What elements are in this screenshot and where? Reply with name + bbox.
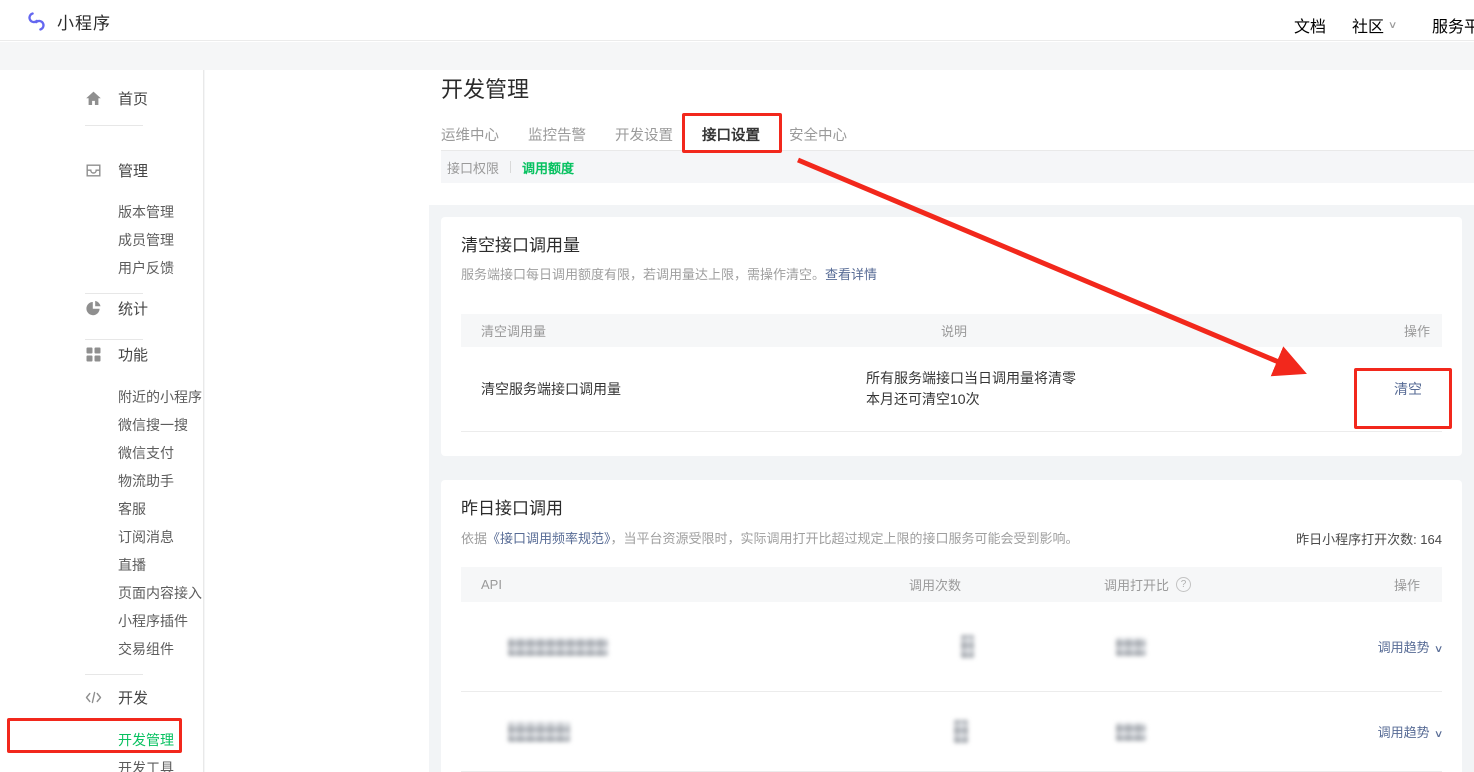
sidebar-item-logistics[interactable]: 物流助手 bbox=[0, 467, 203, 495]
sidebar-item-dev-management[interactable]: 开发管理 bbox=[0, 726, 203, 754]
column-header: API bbox=[461, 577, 881, 592]
chevron-down-icon: ∨ bbox=[1434, 644, 1444, 655]
clear-button[interactable]: 清空 bbox=[1394, 381, 1422, 397]
sidebar-item-label: 管理 bbox=[118, 160, 148, 181]
clear-quota-row-name: 清空服务端接口调用量 bbox=[461, 379, 841, 399]
sidebar-item-statistics[interactable]: 统计 bbox=[0, 294, 203, 322]
redacted-call-count bbox=[954, 720, 968, 743]
redacted-call-ratio bbox=[1116, 638, 1146, 656]
column-header: 清空调用量 bbox=[461, 321, 841, 340]
question-mark-icon[interactable]: ? bbox=[1176, 577, 1191, 592]
yesterday-calls-table: API 调用次数 调用打开比 ? 操作 调用趋势∨ 调用趋势∨ bbox=[461, 567, 1442, 772]
column-header: 说明 bbox=[841, 321, 1292, 340]
sidebar-item-management[interactable]: 管理 bbox=[0, 156, 203, 184]
sidebar-divider bbox=[85, 674, 143, 675]
subtab-call-quota[interactable]: 调用额度 bbox=[522, 158, 574, 177]
redacted-api-name bbox=[508, 638, 608, 656]
sidebar-item-features[interactable]: 功能 bbox=[0, 340, 203, 368]
redacted-call-count bbox=[961, 635, 974, 658]
column-header: 操作 bbox=[1292, 321, 1442, 340]
sidebar: 首页 管理 版本管理 成员管理 用户反馈 统计 功能 附近的小程序 微信搜一搜 … bbox=[0, 70, 204, 772]
sidebar-item-nearby-miniprogram[interactable]: 附近的小程序 bbox=[0, 383, 203, 411]
open-count-value: 164 bbox=[1420, 532, 1442, 547]
clear-quota-row-note: 所有服务端接口当日调用量将清零 本月还可清空10次 bbox=[841, 368, 1292, 410]
sidebar-item-label: 功能 bbox=[118, 344, 148, 365]
sidebar-item-miniprogram-plugin[interactable]: 小程序插件 bbox=[0, 607, 203, 635]
sidebar-item-member-mgmt[interactable]: 成员管理 bbox=[0, 226, 203, 254]
sidebar-item-live[interactable]: 直播 bbox=[0, 551, 203, 579]
yesterday-calls-title: 昨日接口调用 bbox=[461, 498, 1442, 520]
redacted-api-name bbox=[508, 722, 570, 742]
column-header: 调用打开比 ? bbox=[1061, 575, 1321, 594]
chevron-down-icon: ∨ bbox=[1434, 729, 1444, 740]
topnav-docs[interactable]: 文档 bbox=[1294, 13, 1326, 37]
clear-quota-table: 清空调用量 说明 操作 清空服务端接口调用量 所有服务端接口当日调用量将清零 本… bbox=[461, 314, 1442, 432]
sidebar-item-subscribe-message[interactable]: 订阅消息 bbox=[0, 523, 203, 551]
sidebar-item-user-feedback[interactable]: 用户反馈 bbox=[0, 254, 203, 282]
subtab-separator bbox=[510, 161, 511, 173]
logo[interactable]: 小程序 bbox=[25, 9, 111, 34]
develop-code-icon bbox=[85, 689, 102, 706]
rate-spec-link[interactable]: 《接口调用频率规范》 bbox=[487, 531, 611, 546]
sidebar-item-wechat-search[interactable]: 微信搜一搜 bbox=[0, 411, 203, 439]
management-icon bbox=[85, 162, 102, 179]
topbar: 小程序 文档 社区∨ 服务平台 bbox=[0, 0, 1474, 41]
page-title: 开发管理 bbox=[441, 72, 529, 104]
chevron-down-icon: ∨ bbox=[1388, 20, 1398, 31]
sidebar-item-customer-service[interactable]: 客服 bbox=[0, 495, 203, 523]
sidebar-item-trade-component[interactable]: 交易组件 bbox=[0, 635, 203, 663]
view-details-link[interactable]: 查看详情 bbox=[825, 267, 877, 282]
home-icon bbox=[85, 90, 102, 107]
sidebar-item-version-mgmt[interactable]: 版本管理 bbox=[0, 198, 203, 226]
yesterday-calls-description: 依据《接口调用频率规范》，当平台资源受限时，实际调用打开比超过规定上限的接口服务… bbox=[461, 530, 1079, 547]
sidebar-item-wechat-pay[interactable]: 微信支付 bbox=[0, 439, 203, 467]
miniprogram-logo-icon bbox=[25, 10, 48, 33]
call-trend-link[interactable]: 调用趋势∨ bbox=[1378, 725, 1442, 740]
sidebar-item-dev-tools[interactable]: 开发工具 bbox=[0, 754, 203, 772]
yesterday-calls-card: 昨日接口调用 依据《接口调用频率规范》，当平台资源受限时，实际调用打开比超过规定… bbox=[441, 480, 1462, 772]
table-row: 调用趋势∨ bbox=[461, 602, 1442, 692]
clear-quota-card: 清空接口调用量 服务端接口每日调用额度有限，若调用量达上限，需操作清空。查看详情… bbox=[441, 217, 1462, 456]
call-trend-link[interactable]: 调用趋势∨ bbox=[1378, 640, 1442, 655]
redacted-call-ratio bbox=[1116, 723, 1146, 741]
table-header-row: API 调用次数 调用打开比 ? 操作 bbox=[461, 567, 1442, 602]
statistics-icon bbox=[85, 300, 102, 317]
topnav-service-platform[interactable]: 服务平台 bbox=[1432, 13, 1474, 37]
clear-quota-description: 服务端接口每日调用额度有限，若调用量达上限，需操作清空。查看详情 bbox=[461, 266, 1442, 283]
sidebar-item-page-content[interactable]: 页面内容接入 bbox=[0, 579, 203, 607]
clear-quota-title: 清空接口调用量 bbox=[461, 235, 1442, 257]
sidebar-item-label: 统计 bbox=[118, 298, 148, 319]
column-header: 调用次数 bbox=[881, 575, 1061, 594]
table-row: 清空服务端接口调用量 所有服务端接口当日调用量将清零 本月还可清空10次 清空 bbox=[461, 347, 1442, 432]
subtab-api-permission[interactable]: 接口权限 bbox=[447, 158, 499, 177]
sidebar-item-label: 开发 bbox=[118, 687, 148, 708]
logo-text: 小程序 bbox=[57, 9, 111, 34]
sidebar-item-develop[interactable]: 开发 bbox=[0, 683, 203, 711]
table-header-row: 清空调用量 说明 操作 bbox=[461, 314, 1442, 347]
column-header: 操作 bbox=[1321, 575, 1442, 594]
screen: 首页 管理 版本管理 成员管理 用户反馈 统计 功能 附近的小程序 微信搜一搜 … bbox=[0, 0, 1474, 772]
topnav-community[interactable]: 社区∨ bbox=[1352, 13, 1396, 37]
sidebar-divider bbox=[85, 125, 143, 126]
sidebar-item-label: 首页 bbox=[118, 88, 148, 109]
subtab-bar: 接口权限 调用额度 bbox=[441, 151, 1474, 183]
table-row: 调用趋势∨ bbox=[461, 692, 1442, 772]
sidebar-item-home[interactable]: 首页 bbox=[0, 84, 203, 112]
open-count: 昨日小程序打开次数: 164 bbox=[1296, 529, 1442, 548]
features-icon bbox=[85, 346, 102, 363]
